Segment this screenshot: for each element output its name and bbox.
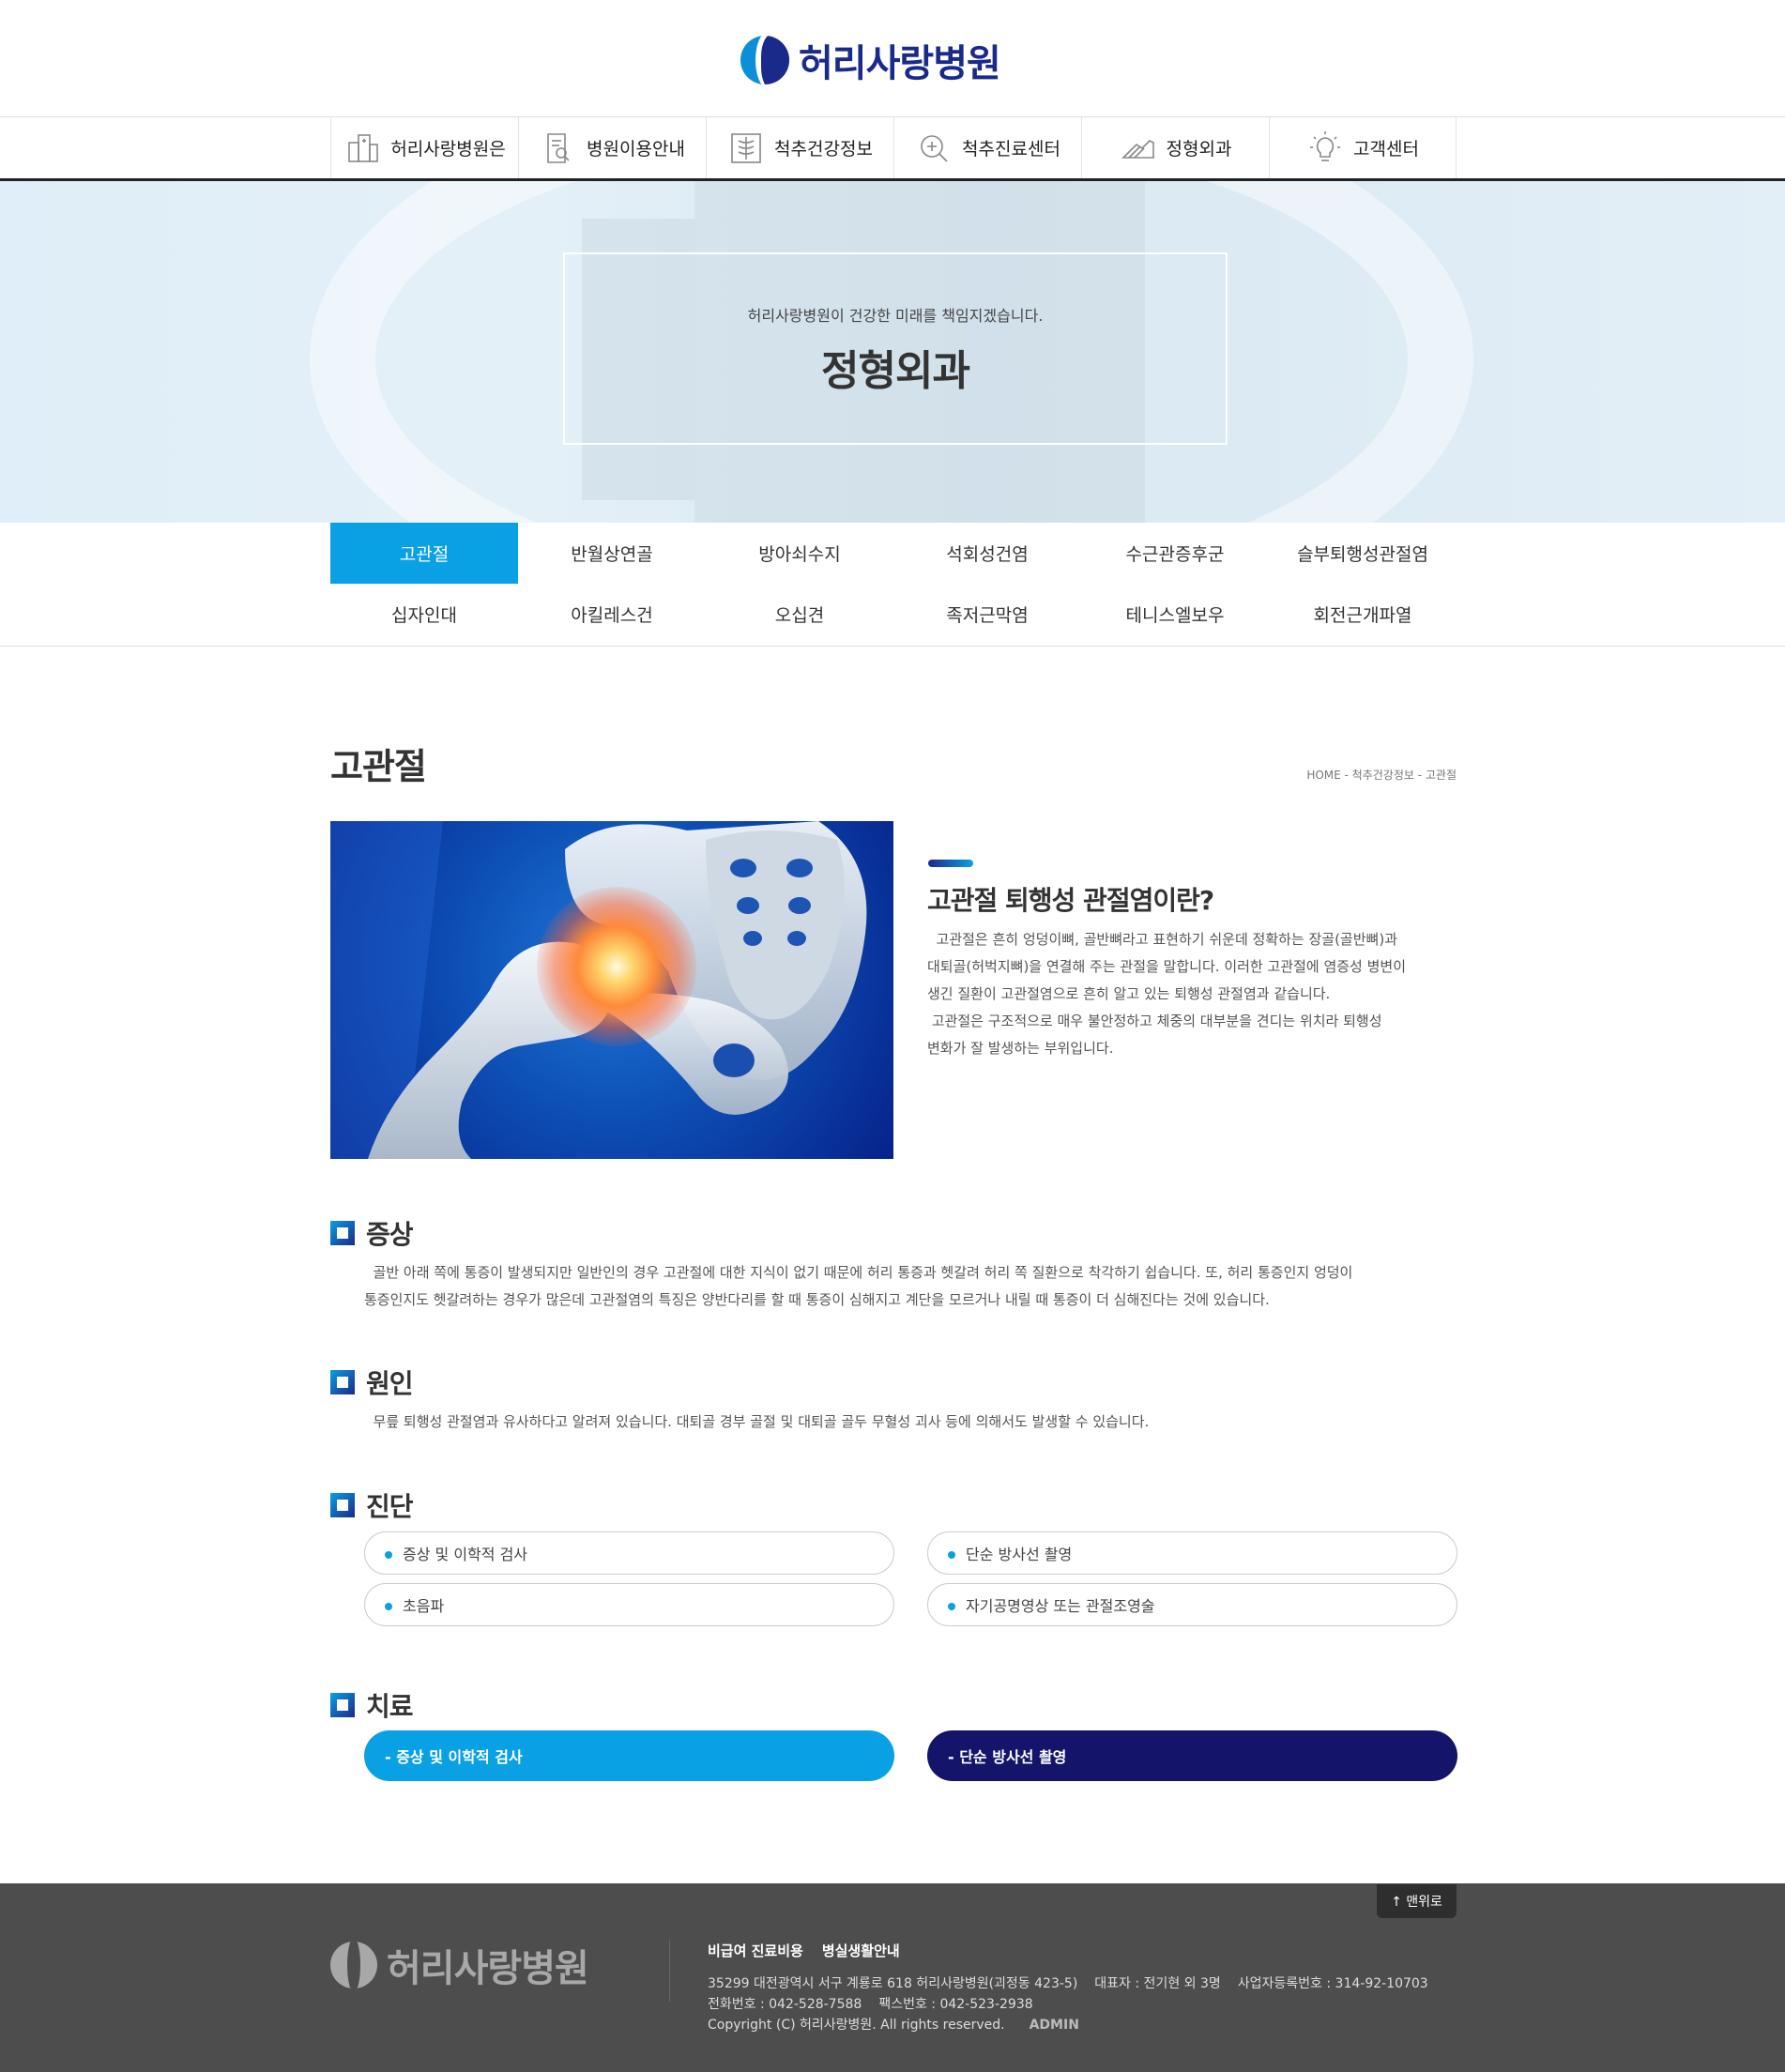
sub-tab-frozen-shoulder[interactable]: 오십견: [706, 584, 893, 645]
intro-line: 생긴 질환이 고관절염으로 흔히 알고 있는 퇴행성 관절염과 같습니다.: [927, 985, 1331, 1002]
intro-line: 변화가 잘 발생하는 부위입니다.: [927, 1040, 1114, 1057]
symptom-line: 통증인지도 헷갈려하는 경우가 많은데 고관절염의 특징은 양반다리를 할 때 …: [364, 1291, 1270, 1308]
section-square-icon: [330, 1370, 355, 1394]
main-navigation: 허리사랑병원은 병원이용안내 척추건강정보 척추진료센터 정형외과 고객센터: [0, 117, 1785, 181]
footer-info: 35299 대전광역시 서구 계룡로 618 허리사랑병원(괴정동 423-5)…: [708, 1973, 1445, 2035]
gnb-item-guide[interactable]: 병원이용안내: [518, 117, 706, 178]
gnb-label: 척추건강정보: [774, 139, 873, 160]
hero-title: 정형외과: [821, 347, 970, 395]
section-square-icon: [330, 1221, 355, 1245]
footer-logo-mark-icon: [330, 1942, 377, 1988]
footer-admin-link[interactable]: ADMIN: [1030, 2015, 1079, 2035]
footer-biz-no: 사업자등록번호 : 314-92-10703: [1237, 1976, 1428, 1991]
site-logo[interactable]: 허리사랑병원: [740, 34, 1001, 86]
section-title: 진단: [366, 1491, 414, 1522]
cause-heading: 원인: [330, 1364, 414, 1401]
diagnosis-heading: 진단: [330, 1486, 414, 1524]
treatment-button-xray[interactable]: - 단순 방사선 촬영: [927, 1730, 1457, 1781]
diagnosis-item: 증상 및 이학적 검사: [364, 1531, 894, 1575]
footer-logo-text: 허리사랑병원: [387, 1947, 589, 1990]
footer-ceo: 대표자 : 전기현 외 3명: [1094, 1976, 1221, 1991]
footer-phone: 전화번호 : 042-528-7588: [708, 1997, 862, 2012]
footer-links: 비급여 진료비용 병실생활안내: [708, 1941, 919, 1960]
footer-fax: 팩스번호 : 042-523-2938: [878, 1997, 1033, 2012]
gnb-label: 허리사랑병원은: [390, 139, 506, 160]
treatment-heading: 치료: [330, 1686, 414, 1724]
logo-text: 허리사랑병원: [799, 42, 1001, 85]
sub-tab-achilles[interactable]: 아킬레스건: [518, 584, 706, 645]
footer-link-ward-guide[interactable]: 병실생활안내: [822, 1941, 900, 1960]
intro-accent-bar: [928, 860, 973, 867]
diagnosis-item: 단순 방사선 촬영: [927, 1531, 1457, 1575]
gnb-label: 정형외과: [1166, 139, 1232, 160]
site-header: 허리사랑병원: [0, 0, 1785, 117]
section-square-icon: [330, 1493, 355, 1517]
sub-tab-trigger-finger[interactable]: 방아쇠수지: [706, 523, 893, 584]
pain-glow: [537, 887, 696, 1046]
gnb-label: 병원이용안내: [587, 139, 685, 160]
footer-divider: [669, 1940, 670, 2002]
gnb-item-spine-info[interactable]: 척추건강정보: [706, 117, 893, 178]
symptom-line: 골반 아래 쪽에 통증이 발생되지만 일반인의 경우 고관절에 대한 지식이 없…: [364, 1264, 1353, 1281]
breadcrumb: HOME - 척추건강정보 - 고관절: [1306, 769, 1457, 782]
cause-text: 무릎 퇴행성 관절염과 유사하다고 알려져 있습니다. 대퇴골 경부 골절 및 …: [364, 1409, 1453, 1436]
sub-navigation: 고관절 반월상연골 방아쇠수지 석회성건염 수근관증후군 슬부퇴행성관절염 십자…: [0, 523, 1785, 647]
diagnosis-item: 초음파: [364, 1583, 894, 1626]
footer-address: 35299 대전광역시 서구 계룡로 618 허리사랑병원(괴정동 423-5): [708, 1976, 1078, 1991]
scroll-to-top-button[interactable]: ↑ 맨위로: [1377, 1884, 1457, 1918]
logo-mark-icon: [740, 36, 789, 84]
sub-tab-rotator-cuff[interactable]: 회전근개파열: [1269, 584, 1457, 645]
intro-line: 고관절은 구조적으로 매우 불안정하고 체중의 대부분을 견디는 위치라 퇴행성: [927, 1013, 1382, 1029]
page-title: 고관절: [330, 746, 427, 787]
section-square-icon: [330, 1693, 355, 1717]
footer-copyright: Copyright (C) 허리사랑병원. All rights reserve…: [708, 2018, 1005, 2033]
magnifier-plus-icon: [915, 130, 953, 167]
sub-tab-hip[interactable]: 고관절: [330, 523, 518, 584]
intro-line: 고관절은 흔히 엉덩이뼈, 골반뼈라고 표현하기 쉬운데 정확하는 장골(골반뼈…: [927, 931, 1397, 948]
gnb-item-spine-center[interactable]: 척추진료센터: [893, 117, 1081, 178]
sub-tab-plantar-fasciitis[interactable]: 족저근막염: [893, 584, 1081, 645]
sub-tab-tennis-elbow[interactable]: 테니스엘보우: [1081, 584, 1269, 645]
lightbulb-icon: [1306, 130, 1344, 167]
hero-text-box: 허리사랑병원이 건강한 미래를 책임지겠습니다. 정형외과: [563, 252, 1228, 445]
footer-link-fees[interactable]: 비급여 진료비용: [708, 1941, 803, 1960]
sub-tab-calcific-tendinitis[interactable]: 석회성건염: [893, 523, 1081, 584]
gnb-item-customer[interactable]: 고객센터: [1269, 117, 1457, 178]
symptom-text: 골반 아래 쪽에 통증이 발생되지만 일반인의 경우 고관절에 대한 지식이 없…: [364, 1259, 1453, 1314]
gnb-item-orthopedics[interactable]: 정형외과: [1081, 117, 1269, 178]
sub-tab-carpal-tunnel[interactable]: 수근관증후군: [1081, 523, 1269, 584]
diagnosis-item: 자기공명영상 또는 관절조영술: [927, 1583, 1457, 1626]
sub-tab-knee-arthritis[interactable]: 슬부퇴행성관절염: [1269, 523, 1457, 584]
sub-tab-meniscus[interactable]: 반월상연골: [518, 523, 706, 584]
gnb-label: 척추진료센터: [962, 139, 1060, 160]
treatment-button-exam[interactable]: - 증상 및 이학적 검사: [364, 1730, 894, 1781]
document-search-icon: [540, 130, 577, 167]
gnb-item-about[interactable]: 허리사랑병원은: [330, 117, 518, 178]
gnb-label: 고객센터: [1353, 139, 1419, 160]
section-title: 치료: [366, 1691, 414, 1722]
hip-joint-image: [330, 821, 893, 1159]
hero-subtitle: 허리사랑병원이 건강한 미래를 책임지겠습니다.: [747, 307, 1044, 325]
hospital-building-icon: [343, 130, 381, 167]
sub-tab-cruciate-ligament[interactable]: 십자인대: [330, 584, 518, 645]
section-title: 증상: [366, 1219, 414, 1250]
intro-title: 고관절 퇴행성 관절염이란?: [927, 885, 1214, 916]
intro-line: 대퇴골(허벅지뼈)을 연결해 주는 관절을 말합니다. 이러한 고관절에 염증성…: [927, 958, 1407, 975]
section-title: 원인: [366, 1368, 414, 1399]
spine-xray-icon: [727, 130, 765, 167]
cause-line: 무릎 퇴행성 관절염과 유사하다고 알려져 있습니다. 대퇴골 경부 골절 및 …: [364, 1413, 1150, 1430]
hero-banner: 허리사랑병원이 건강한 미래를 책임지겠습니다. 정형외과: [0, 181, 1785, 523]
intro-text: 고관절은 흔히 엉덩이뼈, 골반뼈라고 표현하기 쉬운데 정확하는 장골(골반뼈…: [927, 926, 1462, 1062]
footer-logo[interactable]: 허리사랑병원: [330, 1938, 589, 1992]
symptom-heading: 증상: [330, 1214, 414, 1252]
foot-icon: [1120, 130, 1157, 167]
